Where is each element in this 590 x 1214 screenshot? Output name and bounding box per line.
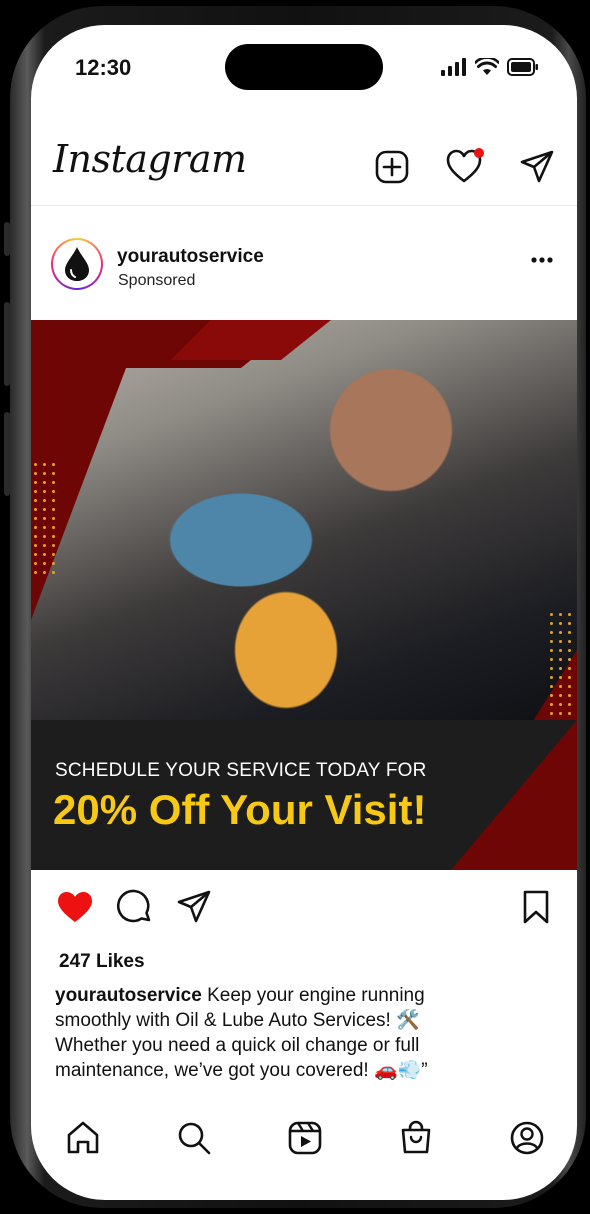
instagram-logo[interactable]: Instagram bbox=[53, 137, 247, 181]
shop-icon[interactable] bbox=[398, 1120, 434, 1156]
header-divider bbox=[31, 205, 577, 206]
ad-headline: 20% Off Your Visit! bbox=[53, 786, 427, 833]
post-username[interactable]: yourautoservice bbox=[117, 246, 264, 268]
status-icons bbox=[441, 58, 539, 76]
post-image[interactable]: SCHEDULE YOUR SERVICE TODAY FOR 20% Off … bbox=[31, 320, 577, 870]
signal-icon bbox=[441, 58, 466, 76]
new-post-icon[interactable] bbox=[374, 149, 410, 185]
oil-drop-icon bbox=[65, 247, 89, 281]
comment-icon[interactable] bbox=[116, 888, 152, 924]
profile-icon[interactable] bbox=[509, 1120, 545, 1156]
bottom-nav bbox=[31, 1120, 577, 1164]
avatar[interactable] bbox=[51, 238, 103, 290]
volume-down-button bbox=[4, 412, 10, 496]
ad-dot-pattern bbox=[31, 460, 59, 580]
mute-switch bbox=[4, 222, 10, 256]
bookmark-icon[interactable] bbox=[521, 889, 551, 925]
status-time: 12:30 bbox=[75, 55, 132, 80]
reels-icon[interactable] bbox=[287, 1120, 323, 1156]
home-icon[interactable] bbox=[65, 1120, 101, 1156]
likes-count[interactable]: 247 Likes bbox=[59, 951, 145, 973]
ad-subheadline: SCHEDULE YOUR SERVICE TODAY FOR bbox=[55, 760, 427, 781]
battery-icon bbox=[507, 58, 538, 76]
notification-dot bbox=[474, 148, 484, 158]
post-caption: yourautoservice Keep your engine running… bbox=[55, 983, 495, 1083]
heart-icon[interactable] bbox=[445, 145, 487, 187]
sponsored-label: Sponsored bbox=[118, 272, 196, 289]
dynamic-island bbox=[225, 44, 383, 90]
share-icon[interactable] bbox=[176, 889, 212, 925]
caption-username[interactable]: yourautoservice bbox=[55, 985, 202, 1006]
volume-up-button bbox=[4, 302, 10, 386]
more-options-icon[interactable] bbox=[531, 257, 553, 263]
phone-screen: 12:30 Instagram yourautoservice Sponsore… bbox=[31, 25, 577, 1200]
ad-dot-pattern bbox=[547, 610, 575, 730]
heart-filled-icon[interactable] bbox=[56, 890, 94, 924]
direct-message-icon[interactable] bbox=[519, 149, 555, 185]
search-icon[interactable] bbox=[176, 1120, 212, 1156]
wifi-icon bbox=[475, 58, 499, 75]
